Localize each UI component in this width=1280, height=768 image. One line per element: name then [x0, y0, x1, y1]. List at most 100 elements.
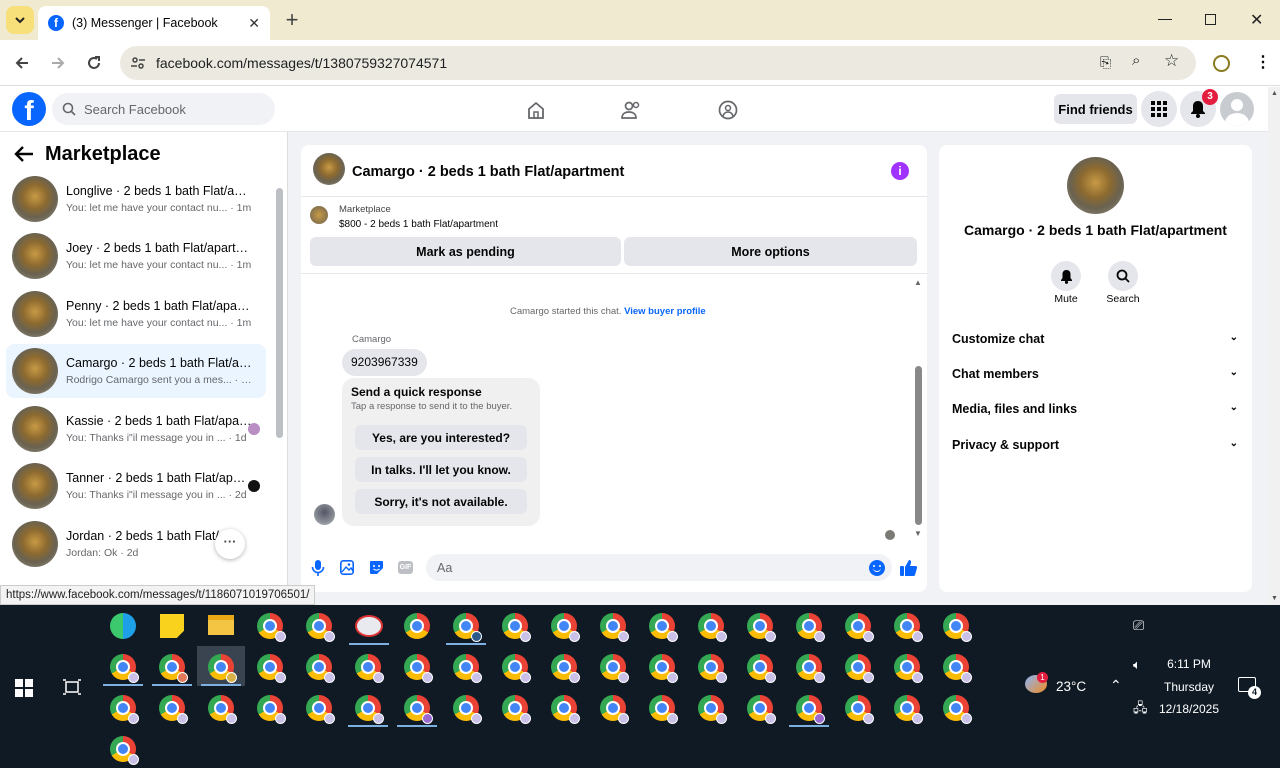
- conversation-item[interactable]: Tanner · 2 beds 1 bath Flat/apartment Yo…: [6, 459, 266, 513]
- chrome-profile-icon[interactable]: [698, 613, 727, 642]
- sticky-notes-icon[interactable]: [160, 614, 184, 638]
- close-tab-icon[interactable]: ✕: [248, 15, 260, 32]
- chrome-profile-icon[interactable]: [943, 695, 972, 724]
- browser-menu-icon[interactable]: ⋮: [1255, 52, 1271, 72]
- clock-date[interactable]: 12/18/2025: [1156, 702, 1222, 716]
- chrome-profile-icon[interactable]: [306, 613, 335, 642]
- weather-icon[interactable]: 1: [1025, 672, 1048, 693]
- chrome-profile-icon[interactable]: [306, 654, 335, 683]
- chrome-profile-icon[interactable]: [453, 613, 482, 642]
- bookmark-star-icon[interactable]: ☆: [1164, 51, 1179, 71]
- chrome-icon[interactable]: [404, 613, 430, 639]
- quick-reply-not-available[interactable]: Sorry, it's not available.: [355, 489, 527, 514]
- chrome-profile-icon[interactable]: [257, 613, 286, 642]
- browser-tab[interactable]: f (3) Messenger | Facebook ✕: [38, 6, 270, 40]
- find-friends-button[interactable]: Find friends: [1054, 94, 1137, 124]
- chrome-profile-icon[interactable]: [698, 654, 727, 683]
- chrome-profile-icon[interactable]: [404, 695, 433, 724]
- chrome-profile-icon[interactable]: [355, 654, 384, 683]
- conversation-item[interactable]: Joey · 2 beds 1 bath Flat/apartment You:…: [6, 229, 266, 283]
- chrome-profile-icon[interactable]: [257, 695, 286, 724]
- chrome-profile-icon[interactable]: [796, 654, 825, 683]
- conversation-item-active[interactable]: Camargo · 2 beds 1 bath Flat/apartment R…: [6, 344, 266, 398]
- chrome-profile-icon[interactable]: [551, 654, 580, 683]
- attach-photo-button[interactable]: [340, 560, 354, 575]
- chrome-profile-icon[interactable]: [110, 736, 139, 765]
- chrome-profile-icon[interactable]: [894, 654, 923, 683]
- account-avatar[interactable]: [1220, 92, 1254, 126]
- conversation-item[interactable]: Kassie · 2 beds 1 bath Flat/apartment Yo…: [6, 402, 266, 456]
- sticker-button[interactable]: [369, 560, 384, 575]
- facebook-logo-icon[interactable]: f: [12, 92, 46, 126]
- chrome-profile-icon[interactable]: [845, 613, 874, 642]
- install-app-icon[interactable]: ⎘: [1100, 54, 1111, 71]
- tab-search-button[interactable]: [6, 6, 34, 34]
- search-conversation-button[interactable]: [1108, 261, 1138, 291]
- sender-avatar[interactable]: [314, 504, 335, 525]
- chrome-profile-icon[interactable]: [943, 613, 972, 642]
- chrome-profile-icon[interactable]: [600, 695, 629, 724]
- back-button[interactable]: [8, 49, 36, 77]
- chrome-profile-icon[interactable]: [551, 613, 580, 642]
- chat-avatar[interactable]: [313, 153, 345, 185]
- chrome-profile-icon-active[interactable]: [208, 654, 237, 683]
- reload-button[interactable]: [80, 49, 108, 77]
- friends-nav[interactable]: [621, 100, 643, 120]
- sidebar-scrollbar[interactable]: [276, 188, 283, 438]
- chrome-profile-icon[interactable]: [943, 654, 972, 683]
- forward-button[interactable]: [44, 49, 72, 77]
- chrome-profile-icon[interactable]: [796, 613, 825, 642]
- mark-as-pending-button[interactable]: Mark as pending: [310, 237, 621, 266]
- scroll-down-arrow[interactable]: ▼: [914, 529, 922, 538]
- zoom-icon[interactable]: ⌕: [1132, 52, 1140, 69]
- chrome-profile-icon[interactable]: [502, 695, 531, 724]
- chrome-profile-icon[interactable]: [502, 654, 531, 683]
- network-icon[interactable]: 🖧︎: [1133, 699, 1148, 721]
- chrome-profile-icon[interactable]: [600, 613, 629, 642]
- chrome-profile-icon[interactable]: [110, 654, 139, 683]
- chrome-profile-icon[interactable]: [159, 695, 188, 724]
- info-icon[interactable]: i: [891, 162, 909, 180]
- chrome-profile-icon[interactable]: [796, 695, 825, 724]
- show-hidden-icons-chevron[interactable]: ⌃: [1110, 677, 1122, 694]
- mute-button[interactable]: [1051, 261, 1081, 291]
- privacy-support-section[interactable]: Privacy & support ⌄: [952, 438, 1238, 452]
- chrome-profile-icon[interactable]: [257, 654, 286, 683]
- chrome-profile-icon[interactable]: [845, 695, 874, 724]
- gif-icon[interactable]: GIF: [398, 561, 413, 574]
- chrome-profile-icon[interactable]: [453, 654, 482, 683]
- chrome-profile-icon[interactable]: [404, 654, 433, 683]
- groups-nav[interactable]: [718, 100, 738, 120]
- chrome-profile-icon[interactable]: [698, 695, 727, 724]
- conversation-item[interactable]: Penny · 2 beds 1 bath Flat/apartment You…: [6, 287, 266, 341]
- notifications-button[interactable]: 3: [1180, 89, 1218, 127]
- chrome-profile-icon[interactable]: [747, 654, 776, 683]
- action-center-icon[interactable]: 4: [1238, 677, 1261, 699]
- volume-icon[interactable]: 🔈︎: [1133, 657, 1141, 673]
- restore-button[interactable]: [1205, 14, 1216, 25]
- view-buyer-profile-link[interactable]: View buyer profile: [624, 306, 706, 317]
- chrome-profile-icon[interactable]: [551, 695, 580, 724]
- chrome-profile-icon[interactable]: [600, 654, 629, 683]
- clock-time[interactable]: 6:11 PM: [1160, 657, 1218, 671]
- conversation-item[interactable]: Longlive · 2 beds 1 bath Flat/apartment …: [6, 172, 266, 226]
- chrome-profile-icon[interactable]: [649, 695, 678, 724]
- clock-day[interactable]: Thursday: [1160, 680, 1218, 694]
- menu-button[interactable]: [1141, 91, 1177, 127]
- chrome-profile-icon[interactable]: [894, 695, 923, 724]
- home-nav[interactable]: [526, 100, 546, 120]
- chrome-profile-icon[interactable]: [110, 695, 139, 724]
- new-tab-button[interactable]: +: [278, 6, 306, 34]
- address-bar[interactable]: facebook.com/messages/t/1380759327074571…: [120, 46, 1196, 80]
- chrome-profile-icon[interactable]: [649, 654, 678, 683]
- emoji-icon[interactable]: [869, 560, 885, 576]
- like-button[interactable]: [900, 559, 918, 576]
- meet-now-icon[interactable]: ⎚: [1133, 617, 1144, 634]
- chrome-profile-icon[interactable]: [845, 654, 874, 683]
- chrome-profile-icon[interactable]: [453, 695, 482, 724]
- chrome-profile-icon[interactable]: [502, 613, 531, 642]
- back-to-marketplace-button[interactable]: [14, 145, 34, 163]
- quick-reply-in-talks[interactable]: In talks. I'll let you know.: [355, 457, 527, 482]
- chrome-profile-icon[interactable]: [747, 695, 776, 724]
- chrome-profile-icon[interactable]: [747, 613, 776, 642]
